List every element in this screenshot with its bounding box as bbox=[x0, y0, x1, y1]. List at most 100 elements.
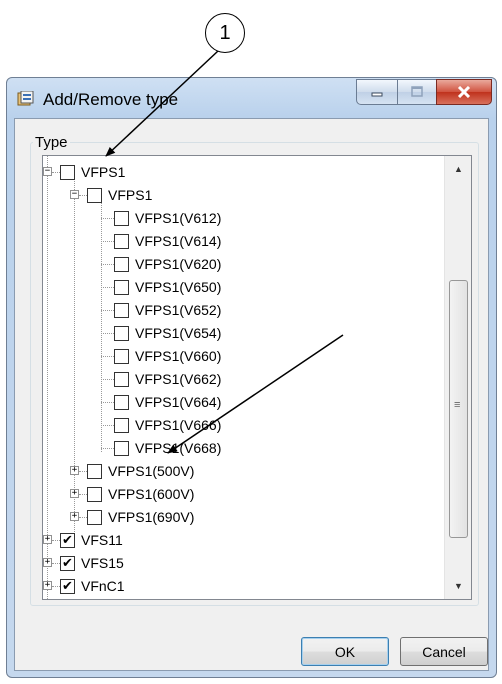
tree-connector bbox=[101, 402, 114, 403]
checkbox[interactable] bbox=[114, 441, 129, 456]
expand-icon[interactable]: + bbox=[70, 489, 79, 498]
tree-item-label: VFS11 bbox=[81, 532, 123, 548]
tree-item[interactable]: VFPS1(V668) bbox=[43, 437, 443, 460]
close-button[interactable] bbox=[436, 79, 492, 105]
tree-connector bbox=[101, 425, 114, 426]
checkbox[interactable] bbox=[87, 487, 102, 502]
callout-1: 1 bbox=[205, 13, 245, 53]
tree-item[interactable]: + ✔ VFnC1 bbox=[43, 575, 443, 598]
tree-item[interactable]: − VFPS1 bbox=[43, 161, 443, 184]
tree-item[interactable]: + ✔ VFS11 bbox=[43, 529, 443, 552]
tree-connector bbox=[52, 540, 60, 541]
tree-item[interactable]: VFPS1(V650) bbox=[43, 276, 443, 299]
checkbox[interactable] bbox=[60, 165, 75, 180]
checkbox[interactable] bbox=[114, 326, 129, 341]
minimize-icon bbox=[371, 92, 383, 97]
tree-connector bbox=[101, 333, 114, 334]
minimize-button[interactable] bbox=[356, 79, 398, 105]
checkbox[interactable] bbox=[87, 188, 102, 203]
collapse-icon[interactable]: − bbox=[43, 167, 52, 176]
window-title: Add/Remove type bbox=[43, 90, 179, 109]
tree-item-label: VFPS1(V612) bbox=[135, 210, 222, 226]
checkbox[interactable] bbox=[114, 211, 129, 226]
tree-connector bbox=[101, 448, 114, 449]
tree-item[interactable]: − VFPS1 bbox=[43, 184, 443, 207]
expand-icon[interactable]: + bbox=[43, 535, 52, 544]
checkbox[interactable] bbox=[114, 418, 129, 433]
tree-items: − VFPS1 − VFPS1 VFPS1(V612) VFPS1(V614) VFPS1(… bbox=[43, 156, 443, 599]
expand-icon[interactable]: + bbox=[43, 558, 52, 567]
tree-item-label: VFPS1(690V) bbox=[108, 509, 195, 525]
tree-item[interactable]: + VFPS1(690V) bbox=[43, 506, 443, 529]
type-tree-view[interactable]: − VFPS1 − VFPS1 VFPS1(V612) VFPS1(V614) VFPS1(… bbox=[42, 155, 472, 600]
tree-item-label: VFPS1 bbox=[108, 187, 153, 203]
expand-icon[interactable]: + bbox=[43, 581, 52, 590]
tree-connector bbox=[52, 172, 60, 173]
tree-item[interactable]: VFPS1(V662) bbox=[43, 368, 443, 391]
tree-connector bbox=[101, 241, 114, 242]
tree-item[interactable]: VFPS1(V664) bbox=[43, 391, 443, 414]
checkbox[interactable] bbox=[114, 303, 129, 318]
cancel-button[interactable]: Cancel bbox=[400, 637, 488, 666]
maximize-button[interactable] bbox=[397, 79, 437, 105]
collapse-icon[interactable]: − bbox=[70, 190, 79, 199]
type-group-label: Type bbox=[33, 134, 70, 151]
tree-connector bbox=[79, 517, 87, 518]
expand-icon[interactable]: + bbox=[70, 512, 79, 521]
tree-item[interactable]: VFPS1(V612) bbox=[43, 207, 443, 230]
tree-item-label: VFPS1(V668) bbox=[135, 440, 222, 456]
title-bar[interactable]: Add/Remove type bbox=[7, 78, 496, 118]
checkbox[interactable] bbox=[114, 234, 129, 249]
tree-connector bbox=[79, 494, 87, 495]
tree-item-label: VFPS1(V660) bbox=[135, 348, 222, 364]
tree-item[interactable]: VFPS1(V654) bbox=[43, 322, 443, 345]
checkbox[interactable] bbox=[114, 372, 129, 387]
tree-item-label: VFPS1(600V) bbox=[108, 486, 195, 502]
checkbox[interactable] bbox=[87, 510, 102, 525]
checkbox[interactable] bbox=[114, 257, 129, 272]
tree-item-label: VFPS1(V666) bbox=[135, 417, 222, 433]
tree-connector bbox=[79, 195, 87, 196]
tree-item-label: VFPS1(V654) bbox=[135, 325, 222, 341]
checked-checkbox[interactable]: ✔ bbox=[60, 533, 75, 548]
scroll-down-icon[interactable]: ▼ bbox=[445, 573, 471, 599]
tree-item-label: VFPS1(500V) bbox=[108, 463, 195, 479]
expand-icon[interactable]: + bbox=[70, 466, 79, 475]
maximize-icon bbox=[411, 86, 423, 97]
tree-item[interactable]: VFPS1(V620) bbox=[43, 253, 443, 276]
tree-item[interactable]: + ✔ VFS15 bbox=[43, 552, 443, 575]
close-icon bbox=[457, 86, 471, 98]
tree-connector bbox=[101, 218, 114, 219]
checkbox[interactable] bbox=[114, 280, 129, 295]
tree-connector bbox=[101, 287, 114, 288]
vertical-scrollbar[interactable]: ▲ ≡ ▼ bbox=[444, 156, 471, 599]
checkbox[interactable] bbox=[87, 464, 102, 479]
tree-item[interactable]: VFPS1(V660) bbox=[43, 345, 443, 368]
tree-connector bbox=[101, 356, 114, 357]
tree-item-label: VFPS1(V620) bbox=[135, 256, 222, 272]
checked-checkbox[interactable]: ✔ bbox=[60, 579, 75, 594]
tree-connector bbox=[101, 379, 114, 380]
tree-item[interactable]: + VFPS1(500V) bbox=[43, 460, 443, 483]
tree-connector bbox=[79, 471, 87, 472]
scroll-grip-icon: ≡ bbox=[454, 399, 461, 411]
tree-item-label: VFS15 bbox=[81, 555, 124, 571]
scroll-up-icon[interactable]: ▲ bbox=[445, 156, 471, 182]
tree-connector bbox=[101, 264, 114, 265]
checkbox[interactable] bbox=[114, 349, 129, 364]
ok-button[interactable]: OK bbox=[301, 637, 389, 666]
tree-connector bbox=[101, 310, 114, 311]
app-icon bbox=[17, 91, 34, 106]
tree-item-label: VFnC1 bbox=[81, 578, 125, 594]
checked-checkbox[interactable]: ✔ bbox=[60, 556, 75, 571]
tree-item-label: VFPS1(V652) bbox=[135, 302, 222, 318]
tree-item-label: VFPS1(V650) bbox=[135, 279, 222, 295]
tree-item[interactable]: VFPS1(V652) bbox=[43, 299, 443, 322]
tree-item[interactable]: VFPS1(V614) bbox=[43, 230, 443, 253]
tree-item-label: VFPS1 bbox=[81, 164, 126, 180]
checkbox[interactable] bbox=[114, 395, 129, 410]
tree-item[interactable]: + VFPS1(600V) bbox=[43, 483, 443, 506]
tree-connector bbox=[52, 586, 60, 587]
tree-item-label: VFPS1(V662) bbox=[135, 371, 222, 387]
tree-item[interactable]: VFPS1(V666) bbox=[43, 414, 443, 437]
